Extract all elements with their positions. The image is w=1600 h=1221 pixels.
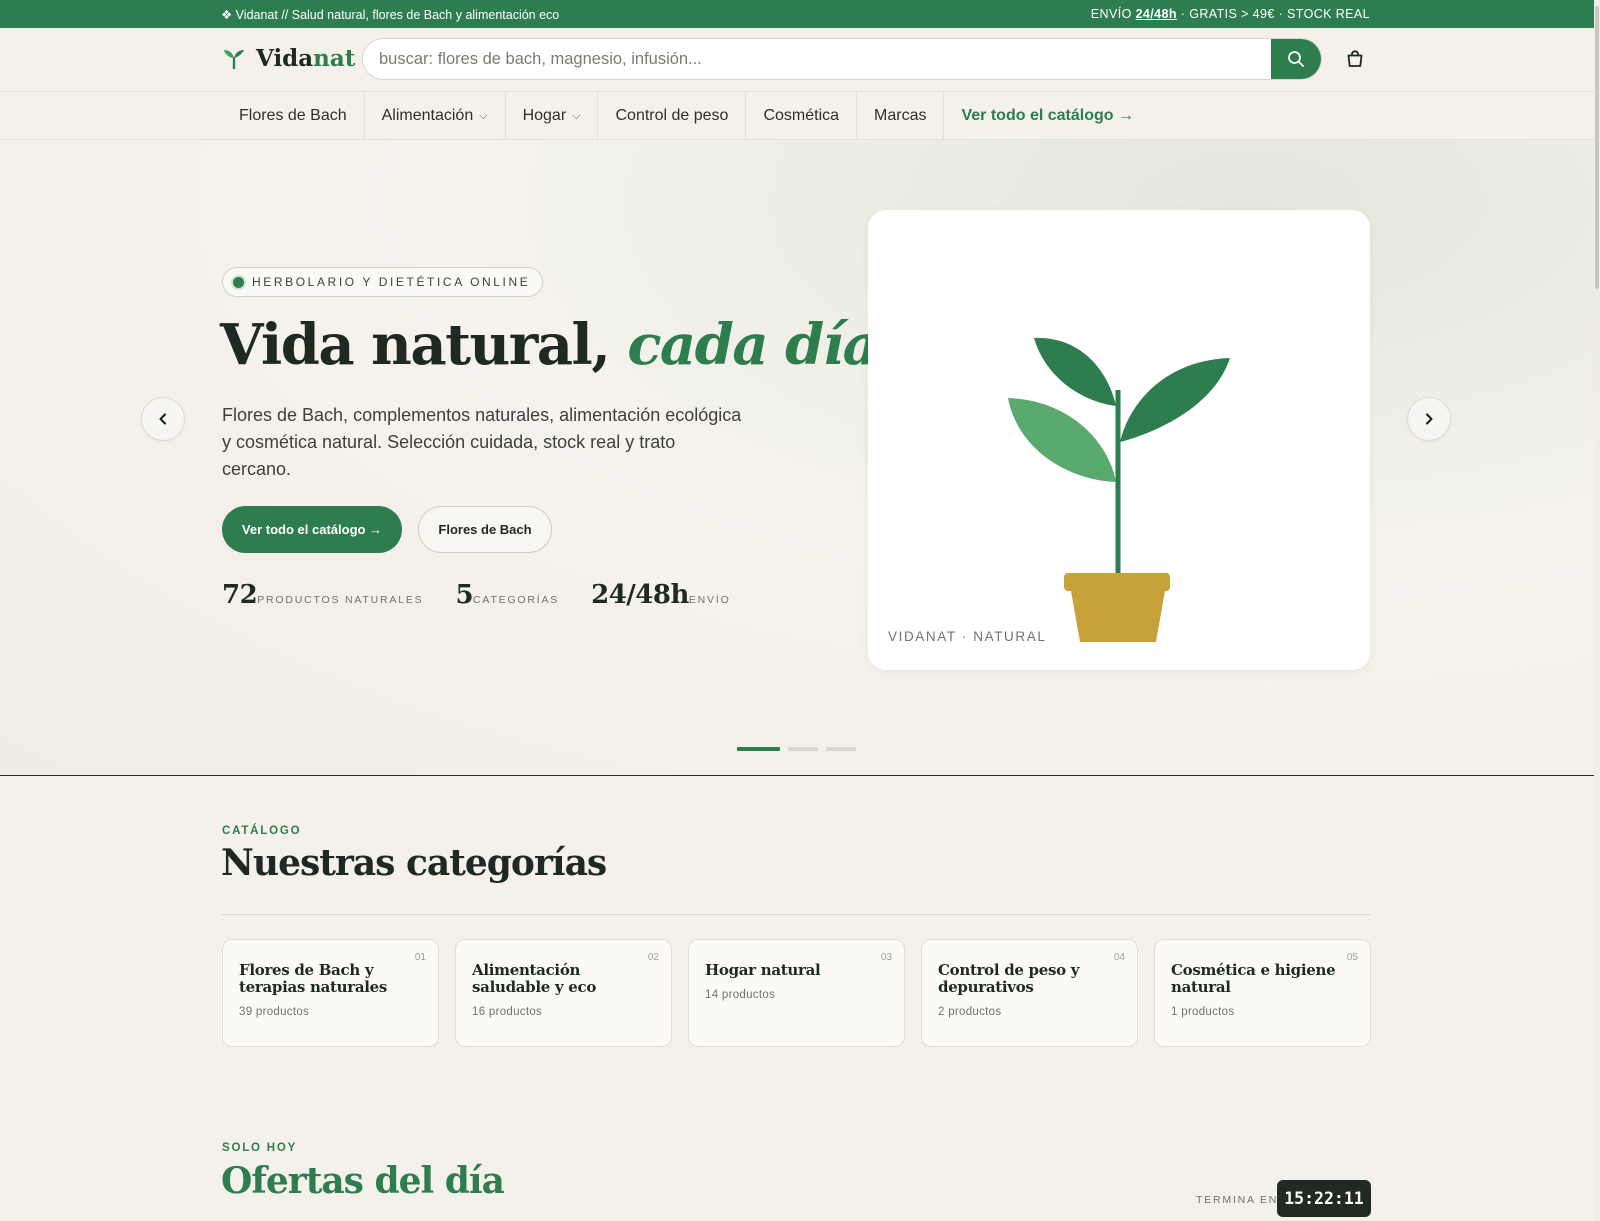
stat-value: 72 (222, 580, 258, 610)
hero-image-card: VIDANAT · NATURAL (868, 210, 1370, 670)
categories-grid: 01 Flores de Bach y terapias naturales 3… (222, 939, 1371, 1047)
hero-title-main: Vida natural, (220, 312, 628, 378)
category-number: 02 (647, 952, 659, 963)
nav-item-label: Alimentación (381, 107, 474, 124)
carousel-prev-button[interactable] (141, 397, 185, 441)
category-name: Control de peso y depurativos (938, 961, 1080, 996)
scrollbar-thumb[interactable] (1595, 6, 1599, 289)
stat-label: CATEGORÍAS (473, 594, 560, 606)
search-button[interactable] (1271, 39, 1321, 79)
shipping-suffix: · GRATIS > 49€ · STOCK REAL (1176, 7, 1370, 21)
chevron-left-icon (159, 413, 167, 425)
category-number: 05 (1346, 952, 1358, 963)
chevron-down-icon: ⌵ (572, 109, 581, 122)
sprout-icon (224, 49, 244, 69)
hero-stats: 72 PRODUCTOS NATURALES 5 CATEGORÍAS 24/4… (222, 580, 731, 610)
nav-item-label: Ver todo el catálogo → (961, 107, 1134, 124)
category-card-cosmetica[interactable]: 05 Cosmética e higiene natural 1 product… (1154, 939, 1371, 1047)
carousel-dot-3[interactable] (826, 747, 856, 751)
nav-item-control-de-peso[interactable]: Control de peso (598, 92, 747, 140)
categories-title: Nuestras categorías (221, 842, 607, 884)
stat-products: 72 PRODUCTOS NATURALES (222, 580, 423, 610)
countdown-timer: 15:22:11 (1277, 1180, 1371, 1217)
stat-value: 5 (455, 580, 474, 610)
section-divider (222, 914, 1370, 915)
nav-item-label: Marcas (874, 107, 927, 124)
categories-eyebrow: CATÁLOGO (222, 825, 302, 837)
offers-title: Ofertas del día (221, 1160, 505, 1202)
announcement-text: ❖ Vidanat // Salud natural, flores de Ba… (221, 8, 560, 22)
stat-categories: 5 CATEGORÍAS (455, 580, 559, 610)
nav-item-flores-de-bach[interactable]: Flores de Bach (222, 92, 365, 140)
category-count: 14 productos (705, 989, 776, 1001)
nav-item-hogar[interactable]: Hogar ⌵ (506, 92, 599, 140)
shipping-info: ENVÍO 24/48h · GRATIS > 49€ · STOCK REAL (1091, 7, 1370, 21)
site-logo[interactable]: Vidanat (222, 45, 355, 72)
hero-title-accent: cada día (627, 312, 879, 378)
category-count: 1 productos (1171, 1006, 1235, 1018)
nav-item-label: Hogar (522, 107, 567, 124)
countdown-label: TERMINA EN (1196, 1194, 1279, 1206)
category-number: 01 (414, 952, 426, 963)
chevron-right-icon (1425, 413, 1433, 425)
page-scrollbar[interactable] (1594, 0, 1600, 1221)
carousel-next-button[interactable] (1407, 397, 1451, 441)
stat-value: 24/48h (591, 580, 689, 610)
nav-item-label: Control de peso (615, 107, 729, 124)
category-name: Alimentación saludable y eco (472, 961, 597, 996)
nav-item-alimentacion[interactable]: Alimentación ⌵ (365, 92, 506, 140)
search-bar (362, 38, 1322, 80)
bach-flowers-button[interactable]: Flores de Bach (418, 506, 552, 553)
logo-main: Vida (256, 45, 314, 72)
card-caption: VIDANAT · NATURAL (888, 629, 1047, 644)
hero-carousel: HERBOLARIO Y DIETÉTICA ONLINE Vida natur… (0, 140, 1600, 776)
chevron-down-icon: ⌵ (479, 109, 488, 122)
stat-label: PRODUCTOS NATURALES (257, 594, 424, 606)
view-catalog-button[interactable]: Ver todo el catálogo → (222, 506, 402, 553)
search-icon (1288, 51, 1304, 67)
carousel-indicators (737, 747, 856, 751)
nav-item-ver-todo[interactable]: Ver todo el catálogo → (944, 92, 1150, 140)
carousel-dot-1[interactable] (737, 747, 780, 751)
hero-lead: Flores de Bach, complementos naturales, … (222, 405, 742, 479)
stat-label: ENVÍO (688, 594, 731, 606)
status-dot-icon (233, 276, 244, 288)
shipping-time-link[interactable]: 24/48h (1136, 7, 1177, 21)
category-count: 2 productos (938, 1006, 1002, 1018)
hero-title: Vida natural, cada día (220, 312, 879, 378)
category-name: Cosmética e higiene natural (1171, 961, 1336, 996)
potted-plant-illustration (1008, 337, 1230, 642)
stat-shipping: 24/48h ENVÍO (591, 580, 730, 610)
hero-badge: HERBOLARIO Y DIETÉTICA ONLINE (222, 267, 544, 297)
logo-accent: nat (313, 45, 356, 72)
category-name: Flores de Bach y terapias naturales (239, 961, 388, 996)
category-card-control-peso[interactable]: 04 Control de peso y depurativos 2 produ… (921, 939, 1138, 1047)
category-card-alimentacion[interactable]: 02 Alimentación saludable y eco 16 produ… (455, 939, 672, 1047)
shipping-prefix: ENVÍO (1090, 7, 1136, 21)
hero-badge-text: HERBOLARIO Y DIETÉTICA ONLINE (252, 275, 531, 289)
site-header: Vidanat (0, 28, 1600, 92)
carousel-dot-2[interactable] (788, 747, 818, 751)
nav-item-label: Cosmética (763, 107, 840, 124)
nav-item-label: Flores de Bach (239, 107, 347, 124)
category-number: 04 (1113, 952, 1125, 963)
offers-eyebrow: SOLO HOY (222, 1142, 298, 1154)
main-nav: Flores de Bach Alimentación ⌵ Hogar ⌵ Cont… (0, 92, 1600, 140)
logo-wordmark: Vidanat (256, 45, 355, 72)
nav-item-marcas[interactable]: Marcas (857, 92, 945, 140)
category-number: 03 (880, 952, 892, 963)
nav-item-cosmetica[interactable]: Cosmética (746, 92, 858, 140)
category-count: 16 productos (472, 1006, 543, 1018)
shopping-bag-icon (1347, 50, 1363, 67)
cart-button[interactable] (1343, 47, 1367, 71)
announcement-bar: ❖ Vidanat // Salud natural, flores de Ba… (0, 0, 1600, 28)
search-input[interactable] (363, 39, 1321, 79)
category-card-hogar[interactable]: 03 Hogar natural 14 productos (688, 939, 905, 1047)
category-card-bach[interactable]: 01 Flores de Bach y terapias naturales 3… (222, 939, 439, 1047)
category-count: 39 productos (239, 1006, 310, 1018)
category-name: Hogar natural (705, 961, 821, 979)
